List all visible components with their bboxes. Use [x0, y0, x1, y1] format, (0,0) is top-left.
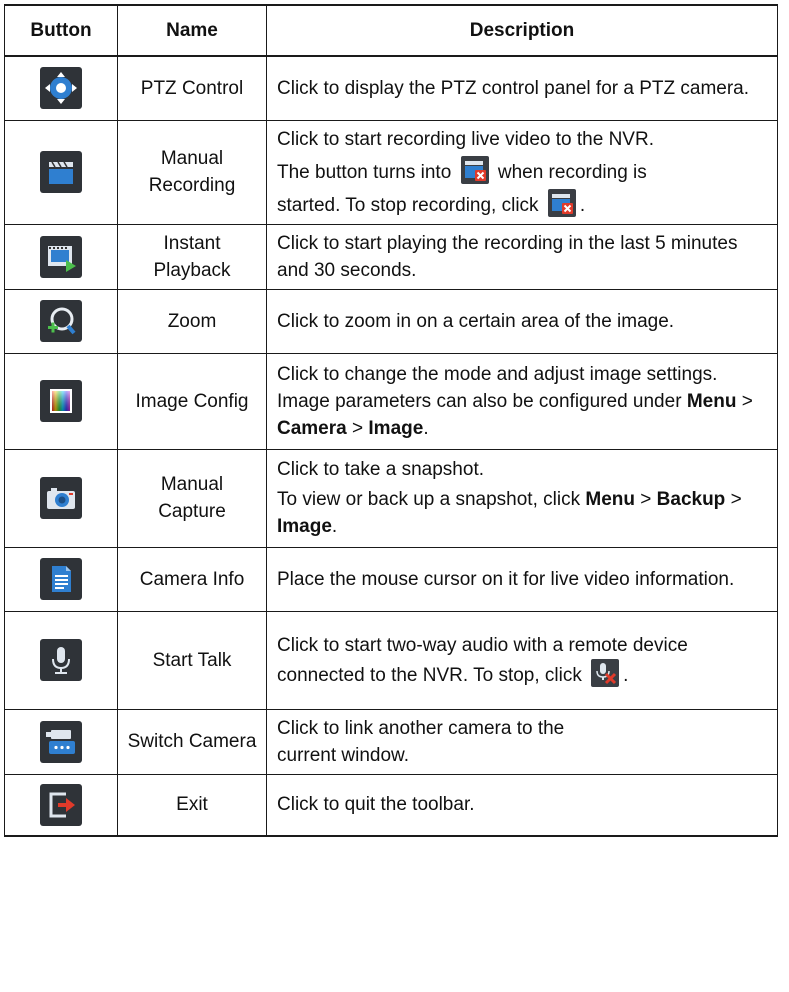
row-description: current window.: [277, 744, 410, 766]
menu-path-backup: Backup: [656, 489, 726, 510]
desc-text: Click to change the mode and adjust imag…: [277, 363, 718, 412]
table-row: Image Config Click to change the mode an…: [4, 352, 778, 450]
table-row: Switch Camera Click to link another came…: [4, 708, 778, 775]
header-name: Name: [117, 4, 267, 57]
table-row: Camera Info Place the mouse cursor on it…: [4, 546, 778, 612]
row-description: Click to start playing the recording in …: [277, 232, 738, 281]
camera-icon: [40, 477, 82, 519]
desc-text: .: [623, 664, 629, 686]
table-row: Start Talk Click to start two-way audio …: [4, 610, 778, 710]
row-name: Manual Recording: [117, 119, 267, 225]
table-row: Instant Playback Click to start playing …: [4, 223, 778, 290]
row-name: Instant Playback: [117, 223, 267, 290]
desc-text: .: [423, 417, 429, 439]
microphone-mute-icon: [591, 658, 620, 687]
menu-path-menu: Menu: [585, 489, 635, 510]
row-description: Click to start recording live video to t…: [277, 128, 654, 150]
menu-path-separator: >: [352, 417, 364, 439]
menu-path-image: Image: [277, 516, 332, 537]
row-description: Place the mouse cursor on it for live vi…: [277, 568, 735, 590]
row-name: Exit: [117, 773, 267, 837]
table-header-row: Button Name Description: [4, 4, 778, 57]
menu-path-separator: >: [741, 390, 753, 412]
ptz-control-icon: [40, 67, 82, 110]
desc-text: .: [579, 194, 586, 216]
menu-path-separator: >: [730, 489, 742, 510]
desc-text: The button turns into: [277, 161, 452, 183]
desc-text: started. To stop recording, click: [277, 194, 539, 216]
exit-icon: [40, 783, 82, 826]
clapperboard-icon: [40, 151, 82, 193]
row-description: Click to zoom in on a certain area of th…: [277, 310, 675, 332]
switch-camera-icon: [40, 720, 82, 763]
row-description: Click to take a snapshot.: [277, 459, 484, 480]
row-description: Click to link another camera to the: [277, 717, 565, 739]
desc-text: when recording is: [497, 161, 647, 183]
desc-text: .: [331, 516, 338, 537]
header-button: Button: [4, 4, 118, 57]
row-name: Manual Capture: [117, 448, 267, 548]
row-description: Click to quit the toolbar.: [277, 794, 475, 816]
row-name: PTZ Control: [117, 55, 267, 121]
recording-stop-icon: [547, 188, 576, 217]
row-name: Zoom: [117, 288, 267, 354]
table-row: Exit Click to quit the toolbar.: [4, 773, 778, 837]
row-description: Click to start two-way audio with a remo…: [277, 635, 688, 687]
document-icon: [40, 558, 82, 600]
recording-stop-icon: [460, 155, 489, 184]
row-name: Camera Info: [117, 546, 267, 612]
table-row: Manual Capture Click to take a snapshot.…: [4, 448, 778, 548]
menu-path-menu: Menu: [686, 390, 737, 412]
instant-playback-icon: [40, 235, 82, 278]
row-name: Switch Camera: [117, 708, 267, 775]
header-description: Description: [266, 4, 778, 57]
zoom-icon: [40, 300, 82, 342]
table-row: PTZ Control Click to display the PTZ con…: [4, 55, 778, 121]
microphone-icon: [40, 639, 82, 681]
table-row: Zoom Click to zoom in on a certain area …: [4, 288, 778, 354]
table-row: Manual Recording Click to start recordin…: [4, 119, 778, 225]
menu-path-camera: Camera: [277, 417, 347, 439]
button-description-table: Button Name Description PTZ Control Clic…: [4, 4, 778, 837]
menu-path-image: Image: [368, 417, 424, 439]
row-description: Click to change the mode and adjust imag…: [277, 364, 753, 439]
row-description: Click to display the PTZ control panel f…: [277, 77, 750, 99]
row-name: Image Config: [117, 352, 267, 450]
color-spectrum-icon: [40, 380, 82, 422]
row-name: Start Talk: [117, 610, 267, 710]
menu-path-separator: >: [640, 489, 652, 510]
desc-text: To view or back up a snapshot, click: [277, 489, 581, 510]
